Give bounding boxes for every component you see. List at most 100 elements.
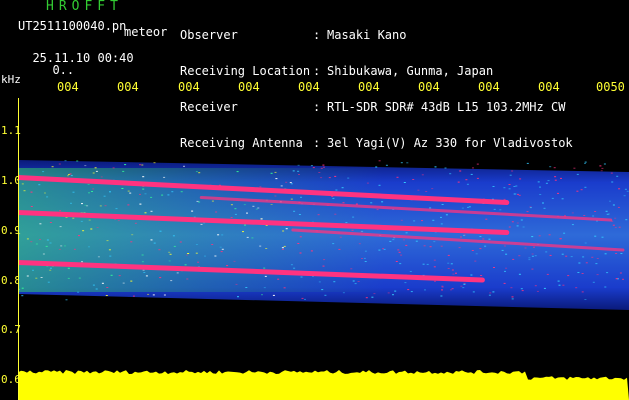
noise-speck xyxy=(625,219,628,221)
noise-speck xyxy=(531,236,534,238)
noise-speck xyxy=(139,193,141,195)
noise-speck xyxy=(77,291,80,293)
noise-speck xyxy=(584,299,587,300)
noise-speck xyxy=(215,211,218,213)
noise-speck xyxy=(518,273,521,275)
noise-speck xyxy=(601,167,604,169)
noise-speck xyxy=(624,188,627,190)
noise-speck xyxy=(615,278,618,280)
noise-speck xyxy=(72,191,75,193)
noise-speck xyxy=(106,240,109,242)
noise-speck xyxy=(475,253,478,255)
noise-speck xyxy=(461,207,464,209)
noise-speck xyxy=(447,254,450,256)
noise-speck xyxy=(187,253,190,254)
signal-level-fill xyxy=(18,370,629,400)
noise-speck xyxy=(553,167,556,169)
noise-speck xyxy=(259,245,262,247)
noise-speck xyxy=(397,249,400,251)
noise-speck xyxy=(409,271,412,272)
noise-speck xyxy=(492,186,495,187)
noise-speck xyxy=(455,272,457,274)
noise-speck xyxy=(141,164,144,166)
noise-speck xyxy=(106,287,109,288)
noise-speck xyxy=(459,170,462,172)
noise-speck xyxy=(623,195,626,197)
noise-speck xyxy=(447,262,450,264)
noise-speck xyxy=(328,177,331,179)
noise-speck xyxy=(576,173,579,175)
noise-speck xyxy=(186,278,189,280)
noise-speck xyxy=(283,287,286,289)
noise-speck xyxy=(614,227,617,229)
noise-speck xyxy=(91,191,93,192)
noise-speck xyxy=(310,250,313,252)
noise-speck xyxy=(45,245,48,247)
noise-speck xyxy=(282,230,285,232)
noise-speck xyxy=(595,263,598,265)
noise-speck xyxy=(46,239,49,241)
noise-speck xyxy=(122,282,125,284)
noise-speck xyxy=(412,179,415,180)
x-tick: 0050 xyxy=(596,80,625,94)
noise-speck xyxy=(122,170,125,172)
x-tick: 004 xyxy=(298,80,320,94)
noise-speck xyxy=(584,161,587,163)
noise-speck xyxy=(451,288,454,290)
noise-speck xyxy=(65,299,68,301)
noise-speck xyxy=(264,275,267,277)
noise-speck xyxy=(484,245,487,247)
noise-speck xyxy=(433,266,436,268)
noise-speck xyxy=(619,272,622,274)
noise-speck xyxy=(614,217,617,219)
noise-speck xyxy=(38,184,41,186)
noise-speck xyxy=(104,205,107,207)
noise-speck xyxy=(441,286,444,288)
noise-speck xyxy=(381,201,384,203)
noise-speck xyxy=(161,194,164,196)
noise-speck xyxy=(318,172,321,173)
noise-speck xyxy=(321,289,324,291)
noise-speck xyxy=(449,173,452,175)
noise-speck xyxy=(528,259,531,261)
noise-speck xyxy=(375,166,378,168)
noise-speck xyxy=(383,248,386,250)
noise-speck xyxy=(96,227,99,228)
noise-speck xyxy=(400,254,403,256)
noise-speck xyxy=(533,246,535,248)
noise-speck xyxy=(463,282,466,284)
noise-speck xyxy=(168,260,171,262)
noise-speck xyxy=(180,191,183,193)
noise-speck xyxy=(460,285,463,287)
noise-speck xyxy=(304,298,306,300)
noise-speck xyxy=(450,289,452,291)
noise-speck xyxy=(616,175,619,177)
noise-speck xyxy=(127,190,130,192)
noise-speck xyxy=(536,290,539,292)
noise-speck xyxy=(513,186,516,187)
noise-speck xyxy=(542,202,544,204)
noise-speck xyxy=(191,210,194,212)
noise-speck xyxy=(591,256,594,258)
noise-speck xyxy=(163,176,166,178)
noise-speck xyxy=(339,236,342,238)
label-location: Receiving Location xyxy=(180,64,311,78)
noise-speck xyxy=(21,295,24,297)
noise-speck xyxy=(354,283,357,285)
noise-speck xyxy=(32,269,34,271)
noise-speck xyxy=(429,246,432,248)
value-observer: Masaki Kano xyxy=(327,28,407,42)
noise-speck xyxy=(219,246,222,248)
noise-speck xyxy=(363,257,366,259)
noise-speck xyxy=(626,190,629,192)
noise-speck xyxy=(59,210,62,212)
noise-speck xyxy=(466,183,469,185)
noise-speck xyxy=(173,245,176,247)
noise-speck xyxy=(518,194,521,196)
noise-speck xyxy=(26,238,29,240)
noise-speck xyxy=(485,218,488,220)
noise-speck xyxy=(603,163,606,165)
noise-speck xyxy=(398,251,401,253)
noise-speck xyxy=(80,220,83,222)
noise-speck xyxy=(518,255,521,257)
